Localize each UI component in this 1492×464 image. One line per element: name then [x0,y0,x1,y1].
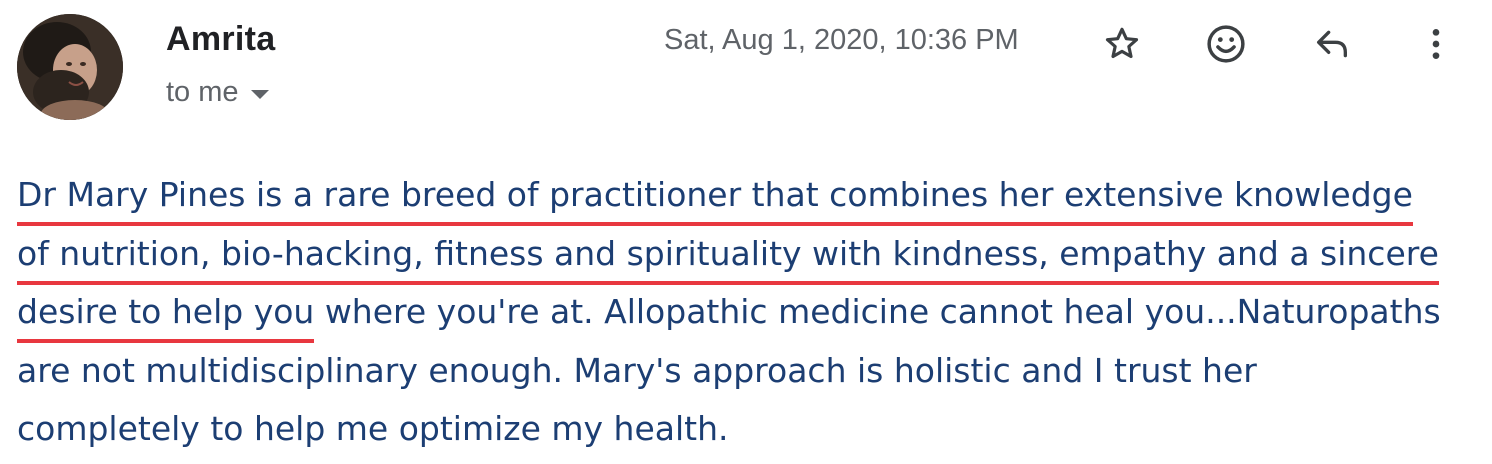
more-vert-icon [1432,29,1440,59]
emoji-reaction-button[interactable] [1200,18,1252,70]
email-header: Amrita to me Sat, Aug 1, 2020, 10:36 PM [0,0,1492,130]
reply-button[interactable] [1306,18,1358,70]
body-line: Dr Mary Pines is a rare breed of practit… [17,166,1477,226]
underlined-text: of nutrition, bio-hacking, fitness and s… [17,228,1439,285]
body-line: of nutrition, bio-hacking, fitness and s… [17,225,1477,285]
underlined-text: Dr Mary Pines is a rare breed of practit… [17,169,1413,226]
chevron-down-icon[interactable] [250,90,269,99]
body-line: are not multidisciplinary enough. Mary's… [17,342,1477,401]
sender-avatar[interactable] [17,14,123,120]
recipient-details-toggle[interactable]: to me [166,76,269,109]
star-button[interactable] [1096,18,1148,70]
recipient-label: to me [166,76,239,108]
reply-icon [1317,30,1347,58]
star-icon [1105,27,1139,59]
email-timestamp: Sat, Aug 1, 2020, 10:36 PM [664,24,1019,56]
body-line: desire to help you where you're at. Allo… [17,283,1477,343]
body-text: where you're at. Allopathic medicine can… [314,292,1441,331]
body-line: completely to help me optimize my health… [17,400,1477,459]
body-text: are not multidisciplinary enough. Mary's… [17,350,1257,390]
email-body: Dr Mary Pines is a rare breed of practit… [17,166,1477,459]
sender-name[interactable]: Amrita [166,20,276,59]
underlined-text: desire to help you [17,286,315,343]
emoji-icon [1207,25,1245,63]
more-options-button[interactable] [1410,18,1462,70]
body-text: completely to help me optimize my health… [17,409,729,448]
